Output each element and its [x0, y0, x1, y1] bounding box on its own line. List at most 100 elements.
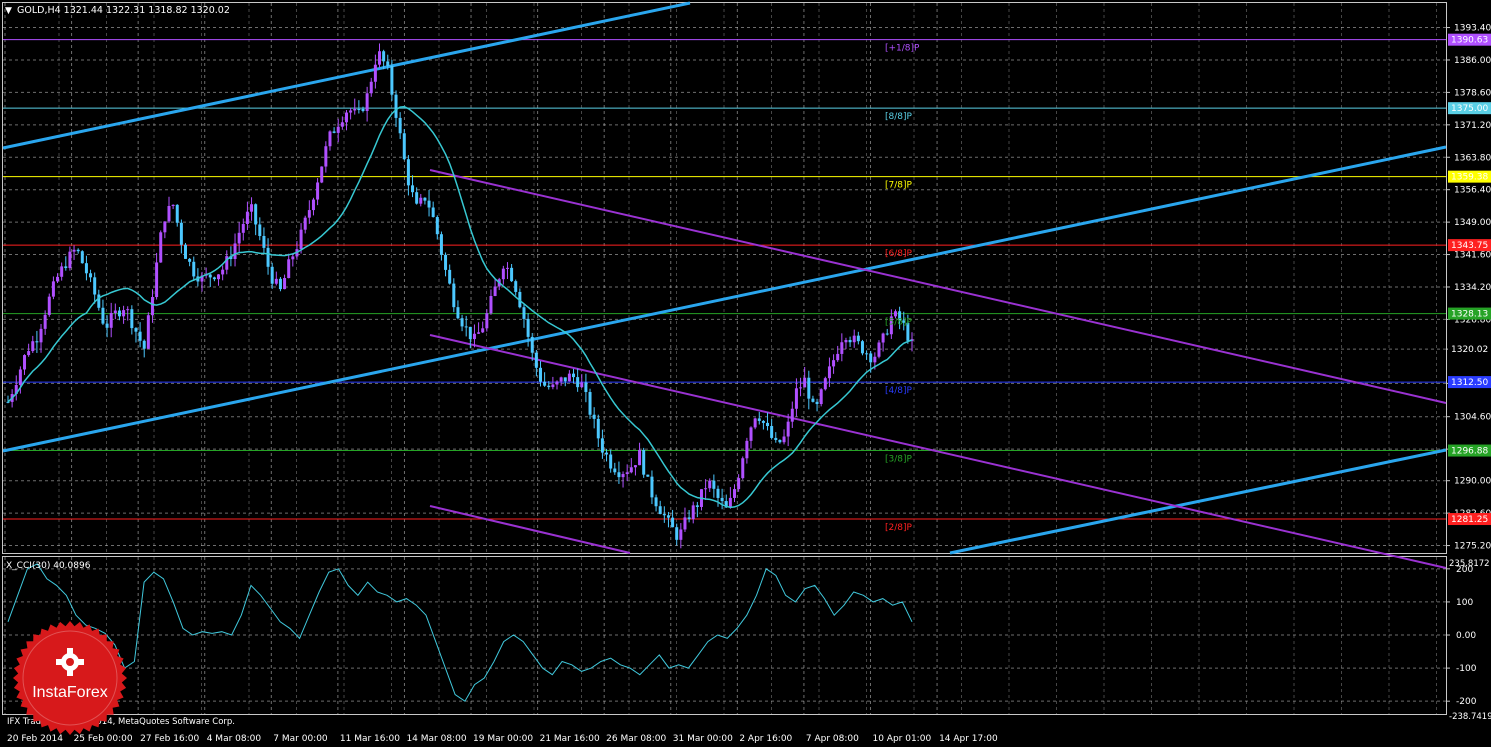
- candle-body: [126, 309, 130, 311]
- candle-body: [588, 392, 592, 415]
- time-tick-label: 27 Feb 16:00: [140, 734, 199, 744]
- candle-body: [18, 369, 22, 386]
- candle-body: [311, 199, 315, 211]
- candle-body: [662, 514, 666, 516]
- candle-body: [613, 468, 617, 473]
- candle-body: [745, 440, 749, 459]
- cci-tick-label: 0.00: [1456, 631, 1476, 641]
- candle-body: [105, 323, 109, 328]
- candle-body: [485, 313, 489, 329]
- candle-body: [378, 51, 382, 65]
- candle-body: [605, 452, 609, 455]
- murrey-price-value: 1390.63: [1451, 36, 1488, 46]
- candle-body: [534, 352, 538, 368]
- candle-body: [369, 81, 373, 94]
- candle-body: [811, 398, 815, 402]
- candle-body: [551, 384, 555, 388]
- murrey-price-value: 1359.38: [1451, 173, 1488, 183]
- candle-body: [671, 517, 675, 528]
- candle-body: [877, 342, 881, 357]
- dropdown-triangle-icon[interactable]: ▼: [5, 6, 12, 16]
- candle-body: [435, 217, 439, 235]
- time-tick-label: 26 Mar 08:00: [606, 734, 666, 744]
- candle-body: [415, 192, 419, 204]
- candle-body: [171, 204, 175, 207]
- candle-body: [464, 326, 468, 328]
- candle-body: [138, 331, 142, 341]
- candle-body: [761, 420, 765, 423]
- candle-body: [600, 438, 604, 453]
- candle-body: [638, 449, 642, 466]
- candle-body: [262, 235, 266, 248]
- candle-body: [444, 254, 448, 270]
- candle-body: [596, 418, 600, 439]
- price-tick-label: 1363.80: [1454, 153, 1491, 163]
- candle-body: [654, 497, 658, 507]
- candle-body: [245, 211, 249, 225]
- current-price-value: 1320.02: [1451, 345, 1488, 355]
- candle-body: [340, 122, 344, 127]
- candle-body: [217, 274, 221, 280]
- candle-body: [344, 112, 348, 123]
- candle-body: [666, 515, 670, 518]
- candle-body: [646, 474, 650, 477]
- murrey-price-value: 1375.00: [1451, 104, 1488, 114]
- candle-body: [592, 414, 596, 419]
- candle-body: [328, 131, 332, 147]
- candle-body: [212, 277, 216, 280]
- candle-body: [807, 377, 811, 399]
- candle-body: [150, 297, 154, 316]
- candle-body: [192, 261, 196, 277]
- candle-body: [97, 294, 101, 308]
- candle-body: [93, 277, 97, 295]
- candle-body: [472, 333, 476, 340]
- candle-body: [869, 353, 873, 363]
- cci-indicator: 2001000.00-100-200: [3, 563, 1477, 707]
- cci-tick-label: -200: [1456, 697, 1477, 707]
- candle-body: [766, 422, 770, 427]
- time-tick-label: 2 Apr 16:00: [739, 734, 792, 744]
- candle-body: [658, 506, 662, 515]
- candle-body: [31, 341, 35, 352]
- time-tick-label: 11 Mar 16:00: [340, 734, 400, 744]
- candle-body: [117, 310, 121, 317]
- candle-body: [365, 93, 369, 111]
- candle-body: [386, 61, 390, 66]
- candle-body: [501, 268, 505, 280]
- candle-body: [893, 311, 897, 317]
- candle-body: [865, 353, 869, 355]
- candle-body: [283, 278, 287, 290]
- symbol-ohlc-label: GOLD,H4 1321.44 1322.31 1318.82 1320.02: [17, 5, 230, 16]
- price-tick-label: 1349.00: [1454, 218, 1491, 228]
- candle-body: [179, 222, 183, 245]
- candle-body: [134, 328, 138, 332]
- candle-body: [419, 197, 423, 204]
- candle-body: [840, 342, 844, 354]
- candle-body: [852, 335, 856, 343]
- candle-body: [683, 517, 687, 530]
- time-tick-label: 7 Mar 00:00: [273, 734, 328, 744]
- candle-body: [167, 206, 171, 222]
- candle-body: [208, 274, 212, 278]
- cci-line: [7, 563, 913, 702]
- candle-body: [278, 278, 282, 290]
- candle-body: [427, 200, 431, 208]
- candle-body: [815, 401, 819, 405]
- candle-body: [799, 387, 803, 389]
- candle-body: [316, 182, 320, 200]
- candle-body: [6, 401, 10, 403]
- candle-body: [885, 333, 889, 335]
- murrey-level-label: [7/8]P: [885, 181, 913, 191]
- price-chart[interactable]: 2001000.00-100-200 1393.401386.001378.60…: [0, 0, 1491, 747]
- price-tick-label: 1334.20: [1454, 283, 1491, 293]
- candle-body: [728, 497, 732, 508]
- instaforex-logo: InstaForex: [12, 620, 128, 736]
- candle-body: [493, 286, 497, 297]
- candle-body: [737, 478, 741, 490]
- candle-body: [250, 204, 254, 212]
- candle-body: [794, 388, 798, 409]
- time-tick-label: 4 Mar 08:00: [207, 734, 262, 744]
- candle-body: [547, 385, 551, 388]
- candle-body: [609, 454, 613, 469]
- candle-body: [361, 108, 365, 111]
